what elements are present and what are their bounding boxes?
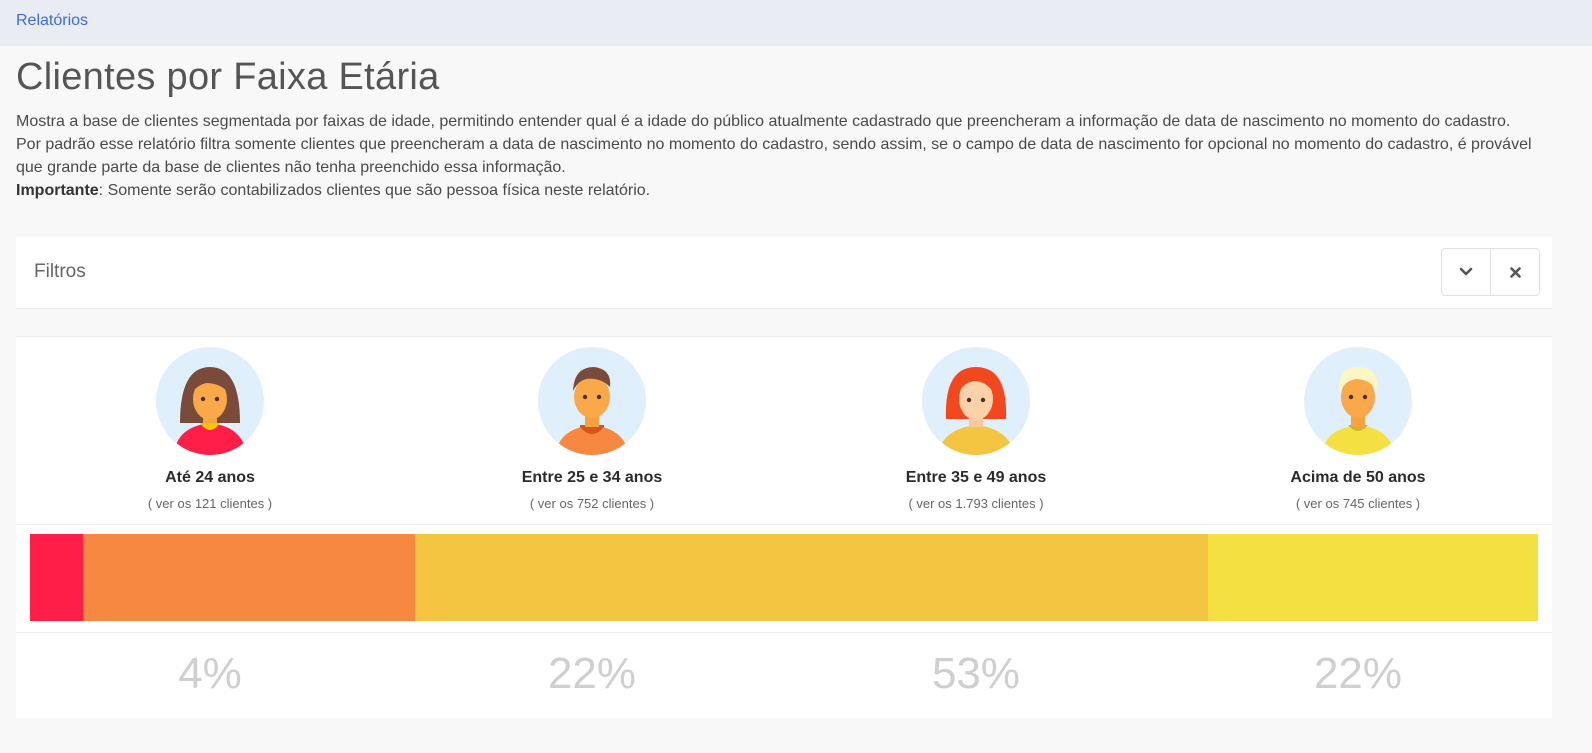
page-title: Clientes por Faixa Etária [16,56,440,98]
age-group-1: Entre 25 e 34 anos ( ver os 752 clientes… [402,347,782,511]
red-haired-woman-icon [922,347,1030,455]
age-group-percent: 22% [547,649,637,698]
age-group-label: Entre 35 e 49 anos [905,469,1047,486]
age-group-3: Acima de 50 anos ( ver os 745 clientes ) [1168,347,1548,511]
view-clients-link[interactable]: ( ver os 752 clientes ) [402,496,782,511]
bar-segment-1 [82,534,415,621]
young-man-icon [538,347,646,455]
bar-segment-3 [1207,534,1538,621]
view-clients-link[interactable]: ( ver os 121 clientes ) [20,496,400,511]
age-group-percent: 53% [931,649,1021,698]
young-woman-icon [156,347,264,455]
bar-segment-0 [30,534,83,621]
clear-filters-button[interactable] [1490,249,1539,295]
filters-actions [1441,248,1540,296]
age-group-0: Até 24 anos ( ver os 121 clientes ) [20,347,400,511]
chevron-down-icon [1459,267,1473,276]
age-distribution-card: Até 24 anos ( ver os 121 clientes ) Entr… [16,336,1552,718]
filters-title: Filtros [34,261,86,282]
older-man-icon [1304,347,1412,455]
age-distribution-bar [30,534,1538,621]
description-line-1: Mostra a base de clientes segmentada por… [16,113,1511,130]
top-bar: Relatórios [0,0,1592,46]
important-label: Importante [16,182,99,199]
description-line-2: Por padrão esse relatório filtra somente… [16,136,1532,176]
age-group-percent: 4% [178,649,242,698]
page-description: Mostra a base de clientes segmentada por… [16,110,1546,202]
breadcrumb-relatorios[interactable]: Relatórios [16,12,88,30]
expand-filters-button[interactable] [1442,249,1490,295]
age-group-label: Entre 25 e 34 anos [521,469,663,486]
bar-segment-2 [414,534,1208,621]
age-group-percent: 22% [1313,649,1403,698]
divider [16,632,1552,633]
age-group-label: Até 24 anos [165,469,255,486]
description-important: Importante: Somente serão contabilizados… [16,179,1546,202]
important-text: : Somente serão contabilizados clientes … [98,182,651,199]
age-group-label: Acima de 50 anos [1290,469,1426,486]
filters-panel: Filtros [16,237,1552,309]
divider [16,524,1552,525]
close-icon [1509,266,1521,278]
view-clients-link[interactable]: ( ver os 1.793 clientes ) [786,496,1166,511]
view-clients-link[interactable]: ( ver os 745 clientes ) [1168,496,1548,511]
age-group-2: Entre 35 e 49 anos ( ver os 1.793 client… [786,347,1166,511]
